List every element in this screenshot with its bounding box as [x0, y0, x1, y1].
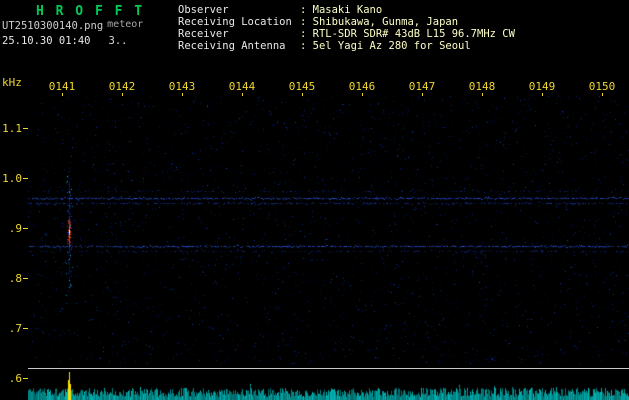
counter: 3.. — [108, 35, 128, 47]
station-info-row: Observer : Masaki Kano — [178, 4, 515, 16]
time-axis-label: 0150 — [588, 80, 616, 93]
time-axis-label: 0142 — [108, 80, 136, 93]
hrofft-window: H R O F F T UT2510300140.png meteor 25.10… — [0, 0, 629, 400]
baseline-divider — [28, 368, 629, 369]
freq-axis-label: .8 — [8, 272, 22, 285]
freq-axis-label: .9 — [8, 222, 22, 235]
signal-level-strip-canvas — [28, 372, 629, 400]
info-value: : RTL-SDR SDR# 43dB L15 96.7MHz CW — [300, 28, 515, 40]
info-value: : Shibukawa, Gunma, Japan — [300, 16, 459, 28]
freq-axis-label: 1.0 — [2, 172, 22, 185]
app-title: H R O F F T — [36, 4, 145, 19]
freq-axis-label: 1.1 — [2, 122, 22, 135]
output-filename: UT2510300140.png — [2, 20, 104, 32]
freq-axis-label: .7 — [8, 322, 22, 335]
station-info-row: Receiving Antenna : 5el Yagi Az 280 for S… — [178, 40, 515, 52]
time-axis-label: 0146 — [348, 80, 376, 93]
freq-axis-unit: kHz — [2, 76, 22, 89]
time-axis-label: 0143 — [168, 80, 196, 93]
spectrogram-canvas — [28, 96, 629, 364]
info-label: Observer — [178, 4, 229, 16]
datetime-row: 25.10.30 01:40 3.. — [2, 35, 127, 47]
time-axis-label: 0145 — [288, 80, 316, 93]
time-axis-label: 0141 — [48, 80, 76, 93]
info-label: Receiver — [178, 28, 229, 40]
time-axis-label: 0147 — [408, 80, 436, 93]
time-axis-label: 0149 — [528, 80, 556, 93]
info-value: : Masaki Kano — [300, 4, 383, 16]
station-info-row: Receiver : RTL-SDR SDR# 43dB L15 96.7MHz … — [178, 28, 515, 40]
time-axis-label: 0144 — [228, 80, 256, 93]
station-info-row: Receiving Location : Shibukawa, Gunma, Ja… — [178, 16, 515, 28]
time-axis-label: 0148 — [468, 80, 496, 93]
station-info: Observer : Masaki Kano Receiving Location:… — [178, 4, 515, 52]
info-label: Receiving Antenna — [178, 40, 286, 52]
info-label: Receiving Location — [178, 16, 292, 28]
info-value: : 5el Yagi Az 280 for Seoul — [300, 40, 471, 52]
timestamp: 25.10.30 01:40 — [2, 35, 91, 47]
freq-axis-label: .6 — [8, 372, 22, 385]
observation-tag: meteor — [107, 19, 144, 30]
filename-row: UT2510300140.png meteor — [2, 19, 144, 32]
